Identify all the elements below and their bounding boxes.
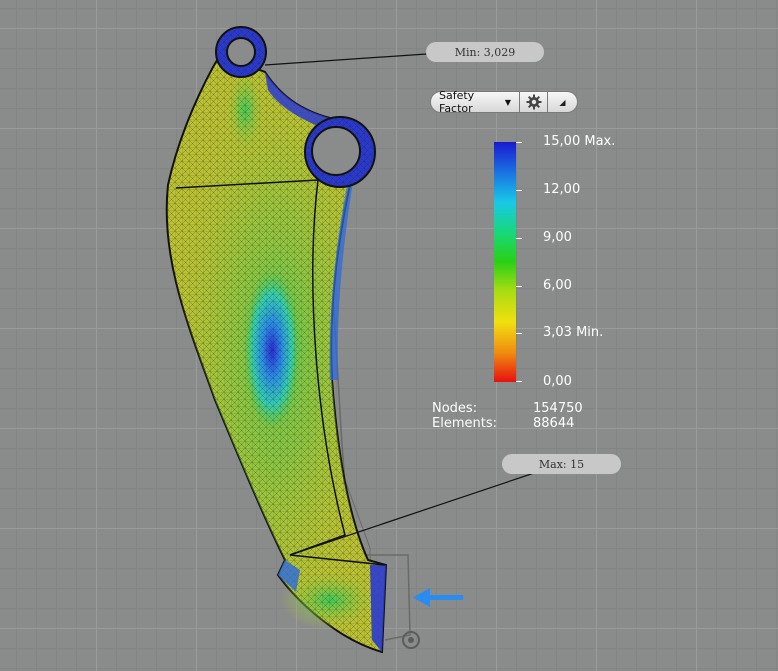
upper-pin-hole [226, 37, 256, 67]
legend-tick [516, 333, 522, 334]
nodes-label: Nodes: [432, 401, 478, 416]
legend-label-min: 3,03 Min. [543, 325, 604, 340]
graphics-viewport[interactable] [0, 0, 778, 671]
max-probe-label[interactable]: Max: 15 [502, 454, 621, 474]
legend-tick [516, 286, 522, 287]
legend-tick [516, 190, 522, 191]
legend-label: 0,00 [543, 374, 572, 389]
triangle-icon: ◢ [559, 97, 566, 107]
chevron-down-icon: ▼ [504, 97, 511, 107]
load-arrow-icon [413, 588, 463, 607]
fea-model-view[interactable] [0, 0, 778, 671]
legend-tick [516, 381, 522, 382]
legend-colorbar [494, 142, 516, 382]
lower-pin-hole [311, 126, 361, 176]
legend-label-max: 15,00 Max. [543, 134, 616, 149]
legend-label: 12,00 [543, 182, 581, 197]
elements-value: 88644 [533, 416, 575, 431]
settings-button[interactable] [520, 91, 548, 113]
gear-icon [526, 94, 541, 110]
result-toolbar: Safety Factor ▼ ◢ [430, 89, 578, 115]
legend-label: 9,00 [543, 230, 572, 245]
legend-tick [516, 238, 522, 239]
result-type-dropdown[interactable]: Safety Factor ▼ [430, 89, 520, 115]
min-probe-label[interactable]: Min: 3,029 [426, 42, 544, 62]
nodes-value: 154750 [533, 401, 583, 416]
collapse-legend-button[interactable]: ◢ [548, 91, 578, 113]
elements-label: Elements: [432, 416, 497, 431]
result-type-label: Safety Factor [439, 89, 475, 115]
legend-label: 6,00 [543, 278, 572, 293]
legend-tick [516, 142, 522, 143]
